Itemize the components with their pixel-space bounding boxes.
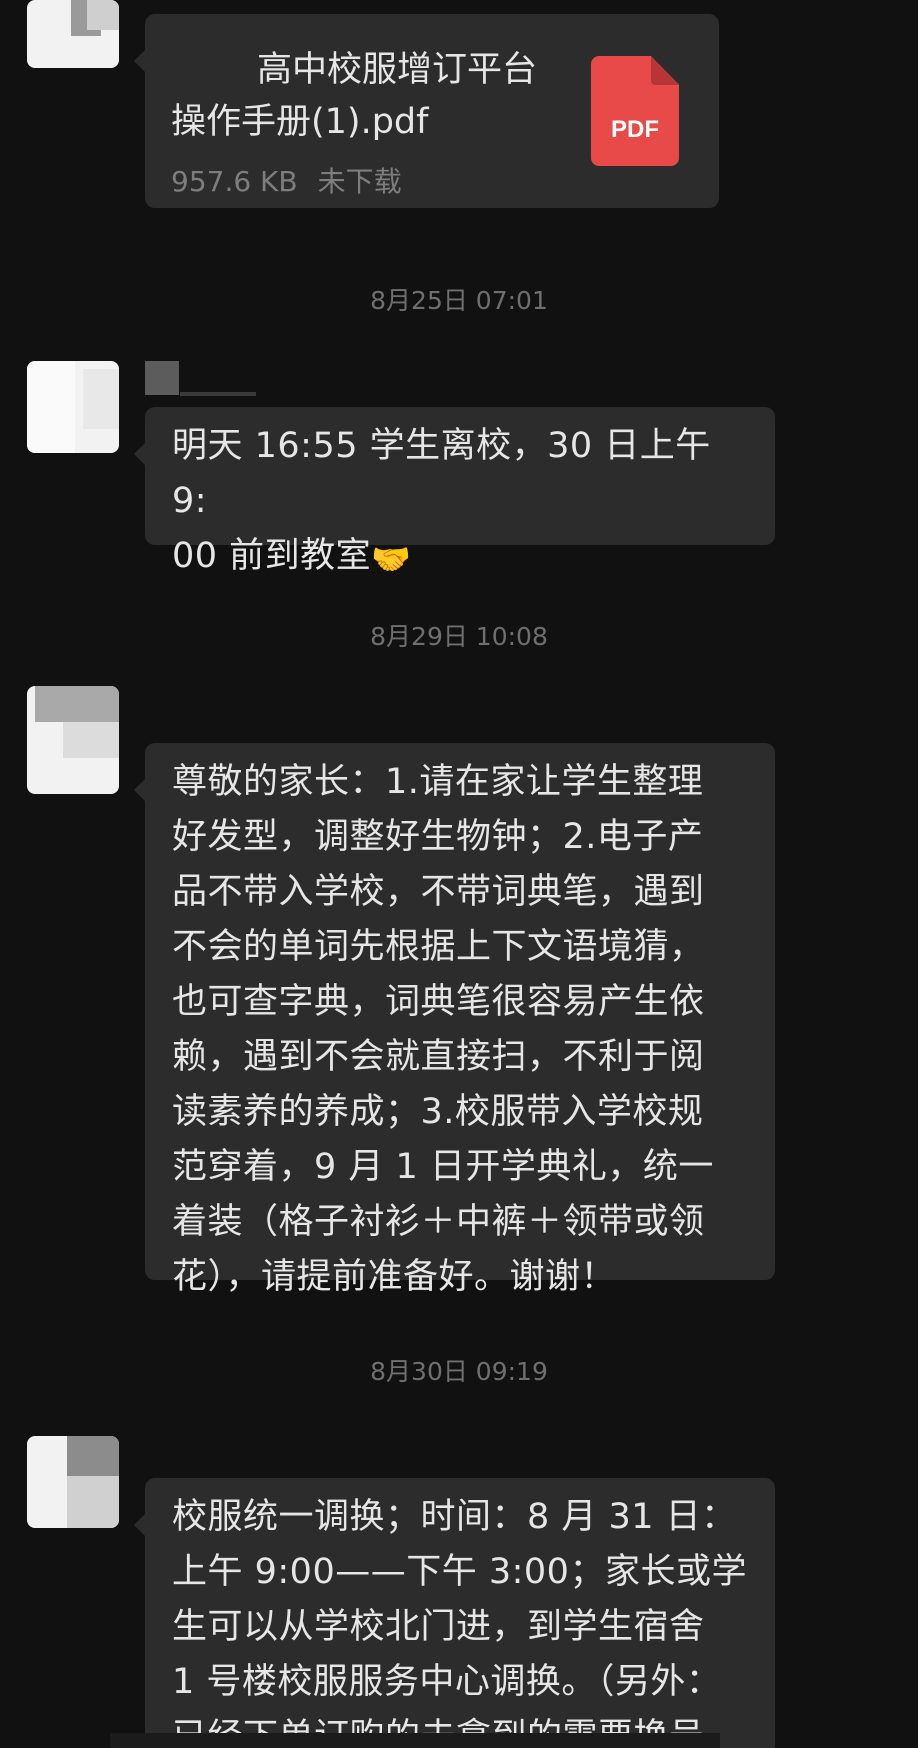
- message-timestamp: 8月29日 10:08: [370, 622, 548, 651]
- message-text-body: 明天 16:55 学生离校，30 日上午 9: 00 前到教室: [172, 426, 711, 576]
- file-name-line1: 高中校服增订平台: [257, 50, 538, 90]
- file-download-status: 未下载: [317, 165, 402, 198]
- message-text: 尊敬的家长：1.请在家让学生整理 好发型，调整好生物钟；2.电子产 品不带入学校…: [172, 762, 714, 1297]
- file-size: 957.6 KB: [171, 165, 298, 198]
- chat-message-list[interactable]: 高中校服增订平台 操作手册(1).pdf 957.6 KB 未下载 PDF 8月2…: [0, 0, 918, 1748]
- message-timestamp: 8月25日 07:01: [370, 286, 548, 315]
- sender-avatar[interactable]: [27, 1436, 119, 1528]
- sender-avatar[interactable]: [27, 686, 119, 794]
- file-message-bubble[interactable]: 高中校服增订平台 操作手册(1).pdf 957.6 KB 未下载 PDF: [134, 14, 719, 208]
- text-message-bubble[interactable]: 校服统一调换；时间：8 月 31 日： 上午 9:00——下午 3:00；家长或…: [134, 1478, 775, 1748]
- file-name-line2: 操作手册(1).pdf: [171, 102, 429, 142]
- text-message-bubble[interactable]: 明天 16:55 学生离校，30 日上午 9: 00 前到教室🤝: [134, 407, 775, 576]
- sender-nickname-redacted: [145, 361, 179, 395]
- pdf-icon-label: PDF: [611, 116, 659, 143]
- sender-nickname-redacted-line: [180, 392, 256, 396]
- input-area-edge: [110, 1733, 720, 1748]
- file-meta: 957.6 KB 未下载: [171, 160, 402, 200]
- handshake-emoji-icon: 🤝: [371, 540, 412, 578]
- sender-avatar[interactable]: [27, 0, 119, 68]
- sender-avatar[interactable]: [27, 361, 119, 453]
- message-text: 明天 16:55 学生离校，30 日上午 9: 00 前到教室🤝: [145, 407, 775, 598]
- pdf-fold-corner: [651, 56, 679, 85]
- text-message-bubble[interactable]: 尊敬的家长：1.请在家让学生整理 好发型，调整好生物钟；2.电子产 品不带入学校…: [134, 743, 775, 1297]
- message-timestamp: 8月30日 09:19: [370, 1357, 548, 1386]
- message-text: 校服统一调换；时间：8 月 31 日： 上午 9:00——下午 3:00；家长或…: [172, 1497, 747, 1748]
- file-name: 高中校服增订平台 操作手册(1).pdf: [171, 44, 541, 148]
